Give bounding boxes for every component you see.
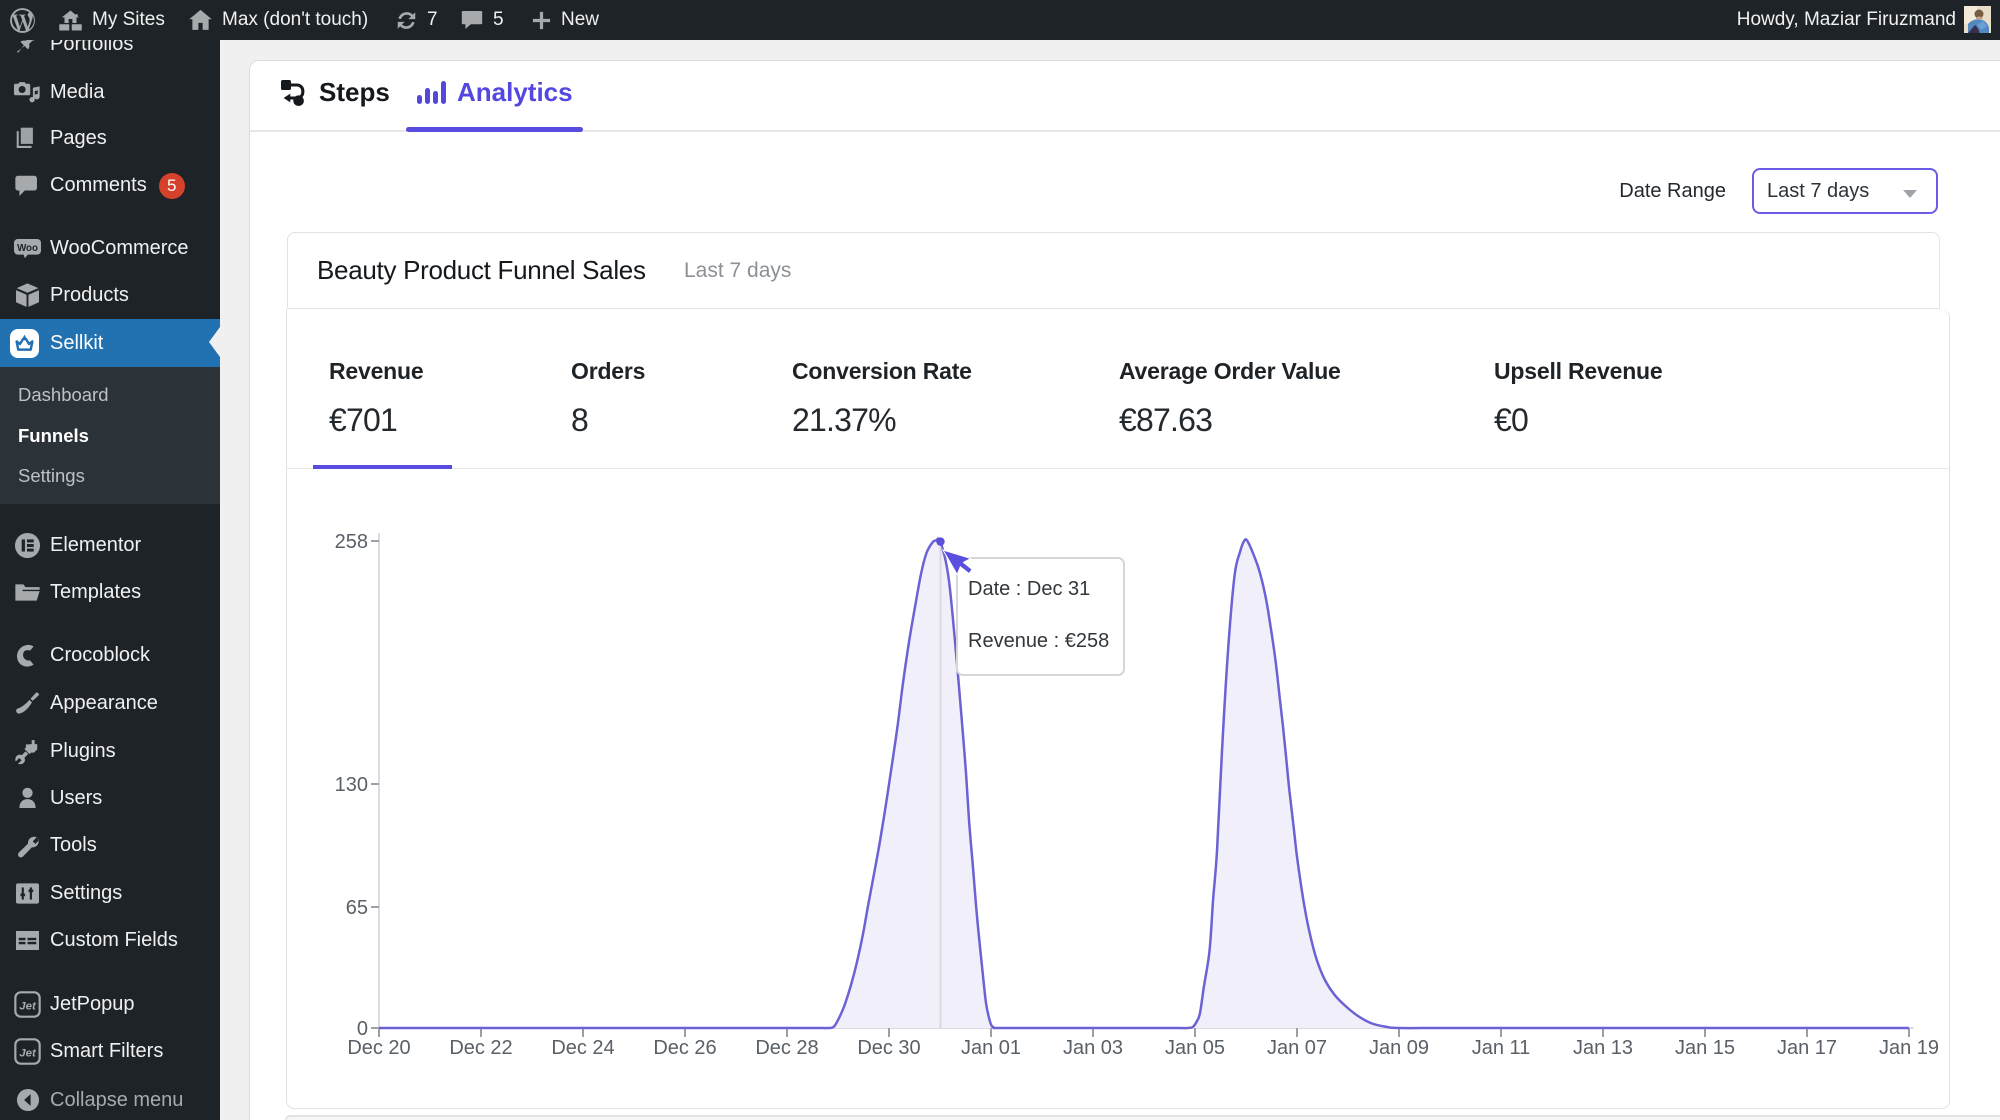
svg-text:Dec 24: Dec 24: [551, 1037, 614, 1059]
svg-text:Woo: Woo: [17, 243, 38, 254]
svg-text:258: 258: [335, 531, 368, 553]
svg-text:130: 130: [335, 774, 368, 796]
svg-text:Dec 20: Dec 20: [347, 1037, 410, 1059]
svg-text:Jan 17: Jan 17: [1777, 1037, 1837, 1059]
svg-text:Jan 15: Jan 15: [1675, 1037, 1735, 1059]
svg-text:Dec 22: Dec 22: [449, 1037, 512, 1059]
svg-text:Dec 30: Dec 30: [857, 1037, 920, 1059]
svg-text:Jan 07: Jan 07: [1267, 1037, 1327, 1059]
svg-text:65: 65: [346, 897, 368, 919]
svg-text:Jet: Jet: [19, 1047, 37, 1059]
svg-text:Jan 13: Jan 13: [1573, 1037, 1633, 1059]
svg-text:Dec 28: Dec 28: [755, 1037, 818, 1059]
svg-text:Jan 09: Jan 09: [1369, 1037, 1429, 1059]
svg-text:Jan 11: Jan 11: [1472, 1037, 1531, 1059]
svg-text:Jan 05: Jan 05: [1165, 1037, 1225, 1059]
svg-text:Jan 03: Jan 03: [1063, 1037, 1123, 1059]
svg-text:0: 0: [357, 1018, 368, 1040]
svg-text:Jan 19: Jan 19: [1879, 1037, 1939, 1059]
svg-text:Revenue : €258: Revenue : €258: [968, 630, 1109, 652]
svg-text:Jet: Jet: [19, 1000, 37, 1012]
svg-text:Date : Dec 31: Date : Dec 31: [968, 578, 1090, 600]
svg-text:Dec 26: Dec 26: [653, 1037, 716, 1059]
svg-text:Jan 01: Jan 01: [961, 1037, 1021, 1059]
